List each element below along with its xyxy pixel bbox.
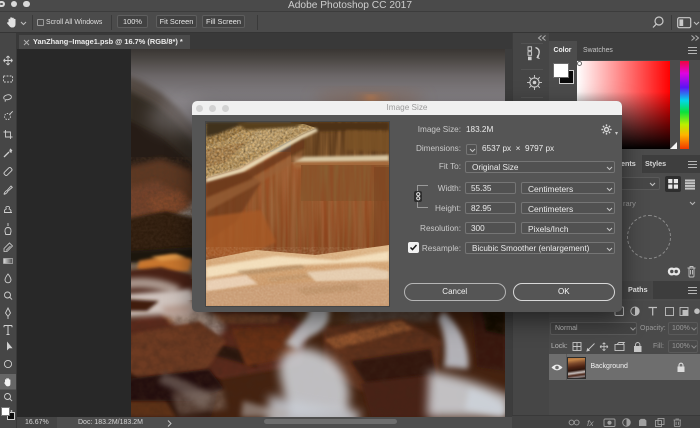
- svg-text:fx: fx: [587, 418, 594, 427]
